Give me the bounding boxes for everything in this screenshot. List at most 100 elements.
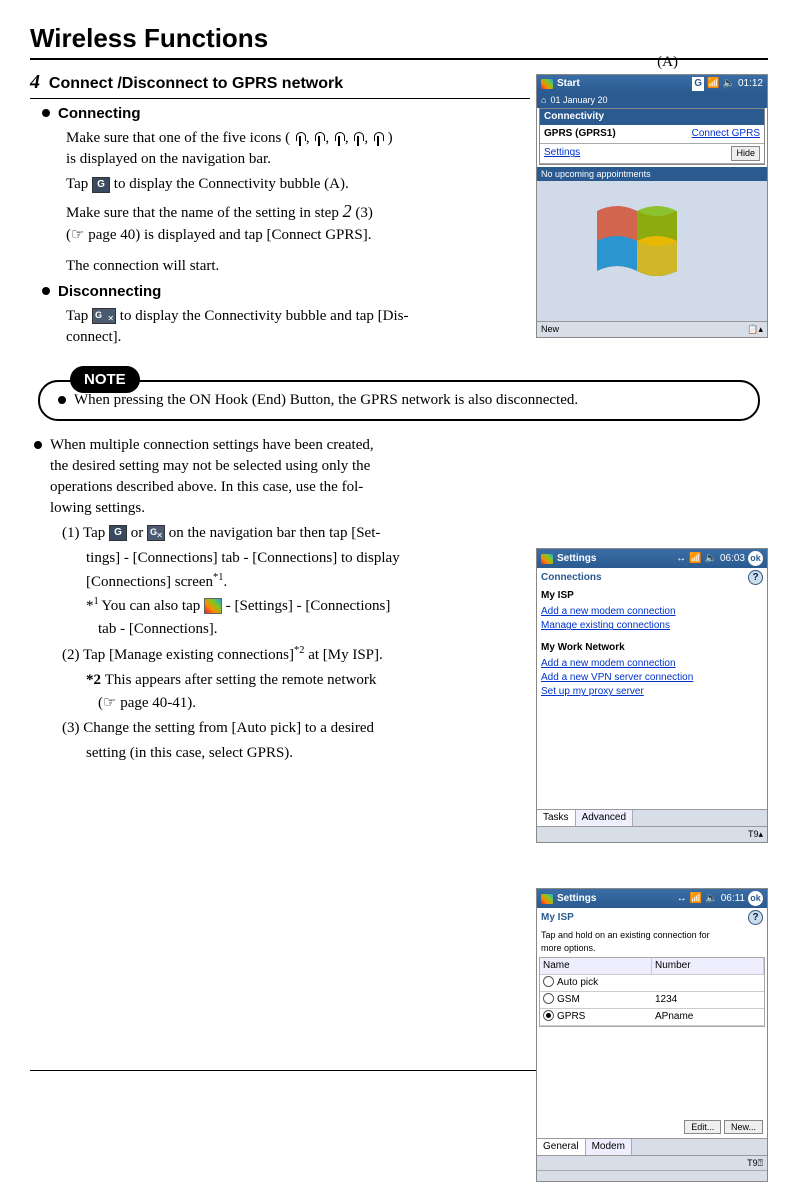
screenshot-myisp: Settings ↔ 📶 🔈 06:11 ok My ISP ? Tap and… — [536, 888, 768, 1182]
para: Make sure that the name of the setting i… — [66, 199, 530, 245]
antenna-icon: 📶 — [689, 552, 701, 566]
screenshot-connections: Settings ↔ 📶 🔈 06:03 ok Connections ? My… — [536, 548, 768, 843]
step-2: (2) Tap [Manage existing connections]*2 … — [62, 644, 530, 666]
tab-tasks[interactable]: Tasks — [537, 810, 576, 826]
start-flag-icon — [541, 79, 553, 89]
connections-title: Connections — [541, 571, 602, 585]
step-number: 4 — [30, 71, 40, 93]
t9-icon[interactable]: T9▴ — [748, 828, 763, 841]
note-text: When pressing the ON Hook (End) Button, … — [74, 390, 578, 411]
add-modem2-link[interactable]: Add a new modem connection — [537, 657, 767, 671]
antenna-icon: 📶 — [690, 892, 702, 906]
shot2-bottom: T9▴ — [537, 826, 767, 842]
para: When multiple connection settings have b… — [50, 435, 374, 456]
add-vpn-link[interactable]: Add a new VPN server connection — [537, 671, 767, 685]
para: Tap G to display the Connectivity bubble… — [66, 174, 530, 195]
para: operations described above. In this case… — [50, 477, 374, 498]
bullet-icon — [58, 396, 66, 404]
settings-link[interactable]: Settings — [544, 146, 580, 160]
start-flag-icon — [204, 598, 222, 614]
footnote-1: *1 You can also tap - [Settings] - [Conn… — [86, 595, 530, 617]
connecting-label: Connecting — [58, 103, 141, 124]
speaker-icon: 🔈 — [723, 77, 735, 91]
tabs: Tasks Advanced — [537, 809, 767, 826]
proxy-link[interactable]: Set up my proxy server — [537, 685, 767, 699]
tab-advanced[interactable]: Advanced — [576, 810, 633, 826]
table-row[interactable]: Auto pick — [540, 975, 764, 992]
gprs-name: GPRS (GPRS1) — [544, 127, 616, 141]
work-label: My Work Network — [537, 639, 767, 657]
settings-row: Settings Hide — [540, 144, 764, 164]
manage-connections-link[interactable]: Manage existing connections — [537, 619, 767, 633]
help-icon[interactable]: ? — [748, 570, 763, 585]
para: The connection will start. — [66, 256, 530, 277]
new-button[interactable]: New... — [724, 1120, 763, 1135]
table-row[interactable]: GSM 1234 — [540, 992, 764, 1009]
pointer-icon: ☞ — [71, 225, 84, 246]
bubble-title: Connectivity — [540, 109, 764, 125]
bullet-icon — [34, 441, 42, 449]
para: the desired setting may not be selected … — [50, 456, 374, 477]
clock: 06:03 — [720, 552, 745, 566]
edit-button[interactable]: Edit... — [684, 1120, 721, 1135]
connect-gprs-link[interactable]: Connect GPRS — [692, 127, 760, 141]
table-row[interactable]: GPRS APname — [540, 1009, 764, 1026]
footnote-2-cont: (☞ page 40-41). — [98, 693, 530, 714]
radio-gprs[interactable] — [543, 1010, 554, 1021]
hint: Tap and hold on an existing connection f… — [537, 927, 767, 956]
note-box: NOTE When pressing the ON Hook (End) But… — [38, 380, 760, 421]
t9-icon[interactable]: T9⍰ — [747, 1157, 763, 1170]
note-label: NOTE — [70, 366, 140, 393]
content: (A) Start G 📶 🔈 01:12 ⌂ 01 January 20 Co… — [30, 68, 768, 1065]
ok-button[interactable]: ok — [748, 551, 763, 566]
myisp-label: My ISP — [537, 587, 767, 605]
g-icon: G — [692, 77, 704, 91]
add-modem-link[interactable]: Add a new modem connection — [537, 605, 767, 619]
tab-general[interactable]: General — [537, 1139, 586, 1155]
gprs-row: GPRS (GPRS1) Connect GPRS — [540, 125, 764, 144]
antenna-icon — [352, 132, 364, 146]
connections-table: Name Number Auto pick GSM 1234 GPRS APna… — [539, 957, 765, 1027]
body-text: 4 Connect /Disconnect to GPRS network Co… — [30, 68, 530, 361]
footnote-1-cont: tab - [Connections]. — [98, 619, 530, 640]
radio-gsm[interactable] — [543, 993, 554, 1004]
shot3-titlebar: Settings ↔ 📶 🔈 06:11 ok — [537, 889, 767, 908]
body-text-2: When multiple connection settings have b… — [30, 435, 530, 1066]
clock-text: 01:12 — [738, 77, 763, 91]
speaker-icon: 🔈 — [705, 892, 717, 906]
radio-autopick[interactable] — [543, 976, 554, 987]
help-icon[interactable]: ? — [748, 910, 763, 925]
settings-label: Settings — [557, 552, 596, 566]
antenna-icon — [313, 132, 325, 146]
antenna-icon — [372, 132, 384, 146]
shot-titlebar: Start G 📶 🔈 01:12 — [537, 75, 767, 93]
col-number: Number — [652, 958, 764, 974]
step-3-cont: setting (in this case, select GPRS). — [86, 743, 530, 764]
bottom-bar: New 📋▴ — [537, 321, 767, 337]
disconnecting-label: Disconnecting — [58, 281, 161, 302]
sip-icon[interactable]: 📋▴ — [747, 323, 763, 336]
speaker-icon: 🔈 — [705, 552, 717, 566]
g-disconnect-icon — [92, 308, 116, 324]
step-title: Connect /Disconnect to GPRS network — [49, 75, 343, 92]
ok-button[interactable]: ok — [748, 891, 763, 906]
footnote-2: *2 This appears after setting the remote… — [86, 670, 530, 691]
step-heading: 4 Connect /Disconnect to GPRS network — [30, 68, 530, 99]
para: Tap to display the Connectivity bubble a… — [66, 306, 530, 348]
tabs: General Modem — [537, 1138, 767, 1155]
tab-modem[interactable]: Modem — [586, 1139, 632, 1155]
new-label[interactable]: New — [541, 323, 559, 336]
step-3: (3) Change the setting from [Auto pick] … — [62, 718, 530, 739]
screenshot-connectivity-bubble: Start G 📶 🔈 01:12 ⌂ 01 January 20 Connec… — [536, 74, 768, 337]
clock: 06:11 — [721, 892, 745, 906]
signal-icon: ↔ — [677, 892, 687, 906]
signal-icon: ↔ — [676, 552, 686, 566]
step-ref: 2 — [343, 201, 352, 221]
step-1-cont: [Connections] screen*1. — [86, 571, 530, 593]
home-icon: ⌂ — [541, 94, 546, 107]
col-name: Name — [540, 958, 652, 974]
hide-button[interactable]: Hide — [731, 146, 760, 161]
start-flag-icon — [541, 894, 553, 904]
antenna-icon — [294, 132, 306, 146]
date-bar: ⌂ 01 January 20 — [537, 93, 767, 108]
